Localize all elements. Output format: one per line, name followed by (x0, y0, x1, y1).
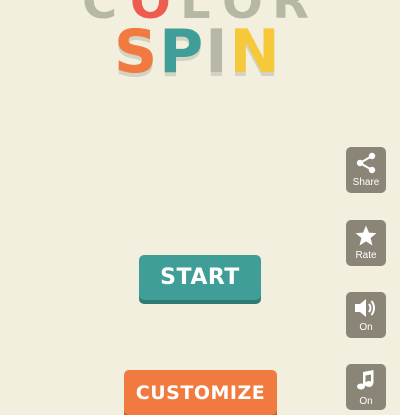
customize-button[interactable]: CUSTOMIZE (124, 370, 277, 415)
share-icon (356, 152, 376, 174)
logo-letter: C (82, 0, 118, 30)
logo-title: S P I N (114, 20, 282, 84)
logo-letter: N (229, 17, 282, 87)
logo-title-top: C O L O R (82, 0, 322, 26)
share-button[interactable]: Share (346, 147, 386, 193)
speaker-icon (355, 299, 375, 317)
star-icon (355, 225, 377, 246)
rate-label: Rate (355, 250, 377, 261)
start-button[interactable]: START (139, 255, 261, 300)
sound-toggle-button[interactable]: On (346, 292, 386, 338)
share-label: Share (352, 177, 380, 188)
music-status-label: On (359, 396, 373, 407)
logo-letter: I (205, 17, 230, 87)
logo-letter: P (159, 17, 206, 87)
music-note-icon (357, 370, 374, 390)
music-toggle-button[interactable]: On (346, 364, 386, 410)
logo-letter: S (114, 17, 160, 87)
rate-button[interactable]: Rate (346, 220, 386, 266)
sound-status-label: On (359, 322, 373, 333)
